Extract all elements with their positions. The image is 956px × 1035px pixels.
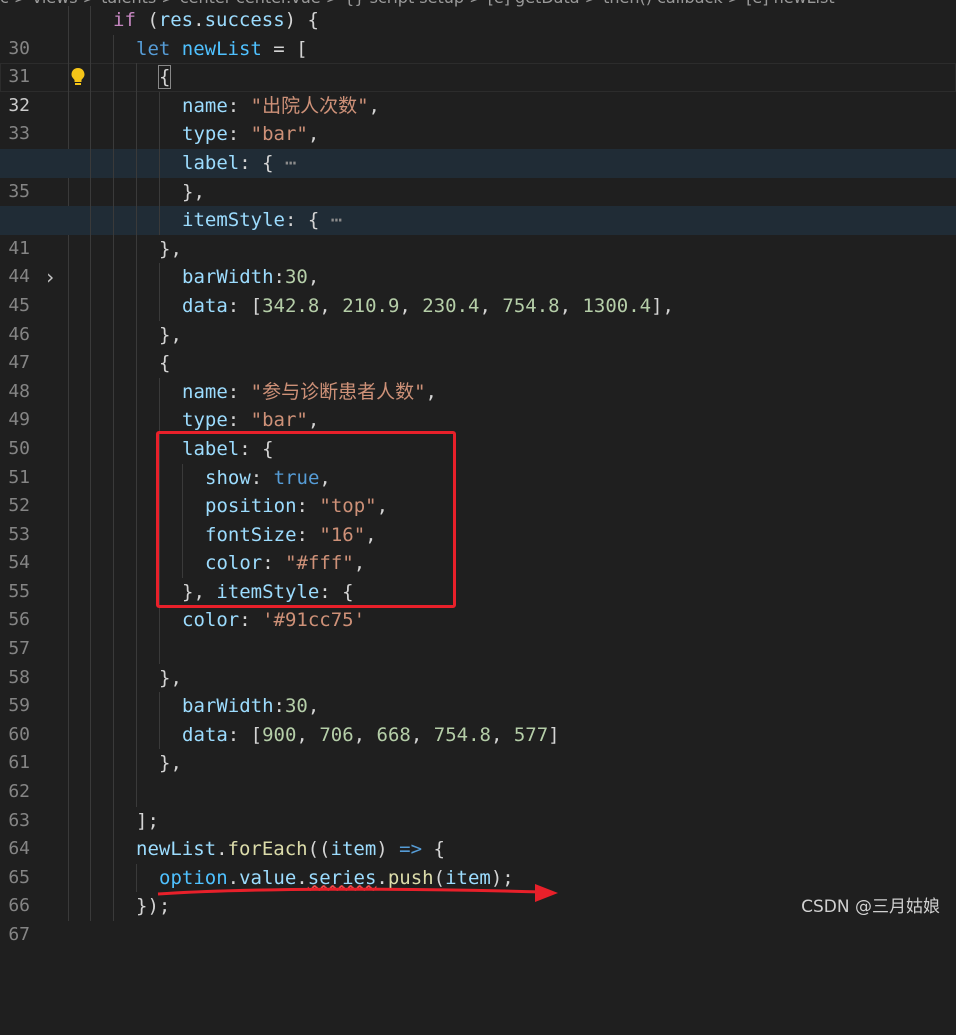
watermark: CSDN @三月姑娘	[801, 897, 940, 917]
line-number: 67	[8, 924, 30, 945]
annotation-arrow-icon	[157, 884, 558, 902]
